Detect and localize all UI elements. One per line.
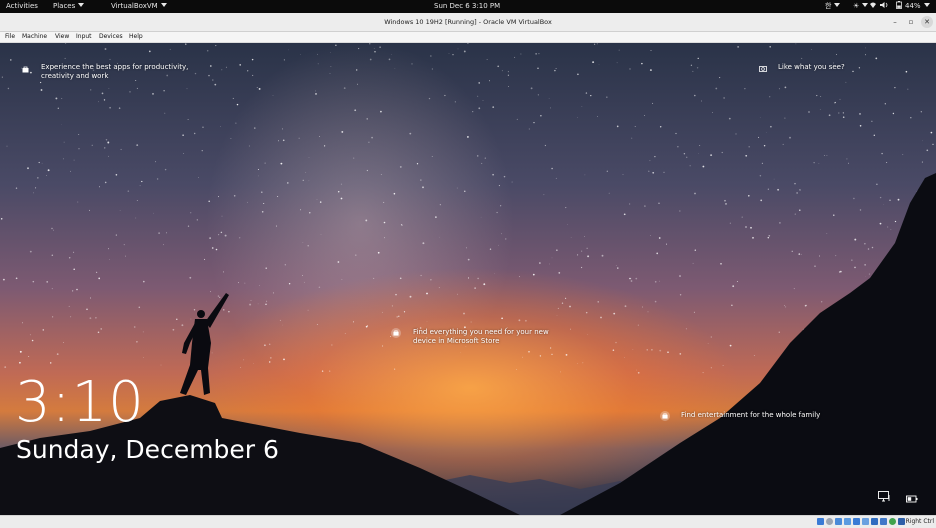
host-key-label: Right Ctrl	[906, 516, 934, 528]
tip-microsoft-store[interactable]: Find everything you need for your new de…	[413, 328, 553, 346]
usb-icon[interactable]	[853, 518, 860, 525]
network-adapter-icon[interactable]	[844, 518, 851, 525]
vm-menubar: File Machine View Input Devices Help	[0, 32, 936, 43]
menu-help[interactable]: Help	[129, 32, 143, 42]
volume-icon	[880, 0, 889, 13]
menu-file[interactable]: File	[5, 32, 15, 42]
store-bag-icon	[20, 64, 30, 74]
window-titlebar: Windows 10 19H2 [Running] - Oracle VM Vi…	[0, 13, 936, 32]
battery-icon	[896, 0, 902, 13]
cpu-activity-icon[interactable]	[889, 518, 896, 525]
keyboard-capture-icon[interactable]	[898, 518, 905, 525]
network-icon	[869, 0, 877, 13]
audio-icon[interactable]	[835, 518, 842, 525]
restore-button[interactable]: ▫	[905, 16, 917, 28]
menu-view[interactable]: View	[55, 32, 69, 42]
places-label: Places	[53, 2, 75, 10]
display-icon[interactable]	[871, 518, 878, 525]
input-method-label: 한	[825, 2, 831, 10]
chevron-down-icon	[161, 3, 167, 7]
tip-like-what-you-see[interactable]: Like what you see?	[778, 63, 845, 72]
lockscreen-date: Sunday, December 6	[16, 435, 279, 465]
battery-percentage[interactable]: 44%	[905, 0, 930, 13]
brightness-icon: ☀	[853, 0, 868, 13]
camera-icon	[757, 63, 767, 73]
app-menu[interactable]: VirtualBoxVM	[111, 0, 167, 13]
app-menu-label: VirtualBoxVM	[111, 2, 158, 10]
window-title: Windows 10 19H2 [Running] - Oracle VM Vi…	[0, 13, 936, 31]
activities-button[interactable]: Activities	[6, 0, 38, 13]
recording-icon[interactable]	[880, 518, 887, 525]
clock-datetime[interactable]: Sun Dec 6 3:10 PM	[434, 0, 500, 13]
optical-drive-icon[interactable]	[826, 518, 833, 525]
store-bag-icon	[391, 328, 401, 338]
lockscreen-time: 3:10	[15, 373, 145, 433]
hard-disk-icon[interactable]	[817, 518, 824, 525]
chevron-down-icon	[834, 3, 840, 7]
gnome-top-bar: Activities Places VirtualBoxVM Sun Dec 6…	[0, 0, 936, 13]
network-monitor-icon[interactable]	[878, 487, 891, 506]
input-method-indicator[interactable]: 한	[825, 0, 840, 13]
tip-top-left[interactable]: Experience the best apps for productivit…	[41, 63, 191, 81]
vm-guest-screen[interactable]: Experience the best apps for productivit…	[0, 43, 936, 515]
chevron-down-icon	[862, 3, 868, 7]
battery-status-icon[interactable]	[906, 488, 918, 507]
places-menu[interactable]: Places	[53, 0, 84, 13]
vm-statusbar: Right Ctrl	[0, 515, 936, 528]
tip-entertainment[interactable]: Find entertainment for the whole family	[681, 411, 820, 420]
menu-devices[interactable]: Devices	[99, 32, 123, 42]
shared-folders-icon[interactable]	[862, 518, 869, 525]
menu-machine[interactable]: Machine	[22, 32, 47, 42]
store-bag-icon	[660, 411, 670, 421]
chevron-down-icon	[78, 3, 84, 7]
minimize-button[interactable]: –	[889, 16, 901, 28]
chevron-down-icon	[924, 3, 930, 7]
battery-percentage-label: 44%	[905, 2, 921, 10]
menu-input[interactable]: Input	[76, 32, 92, 42]
close-button[interactable]: ✕	[921, 16, 933, 28]
person-silhouette	[180, 293, 229, 395]
